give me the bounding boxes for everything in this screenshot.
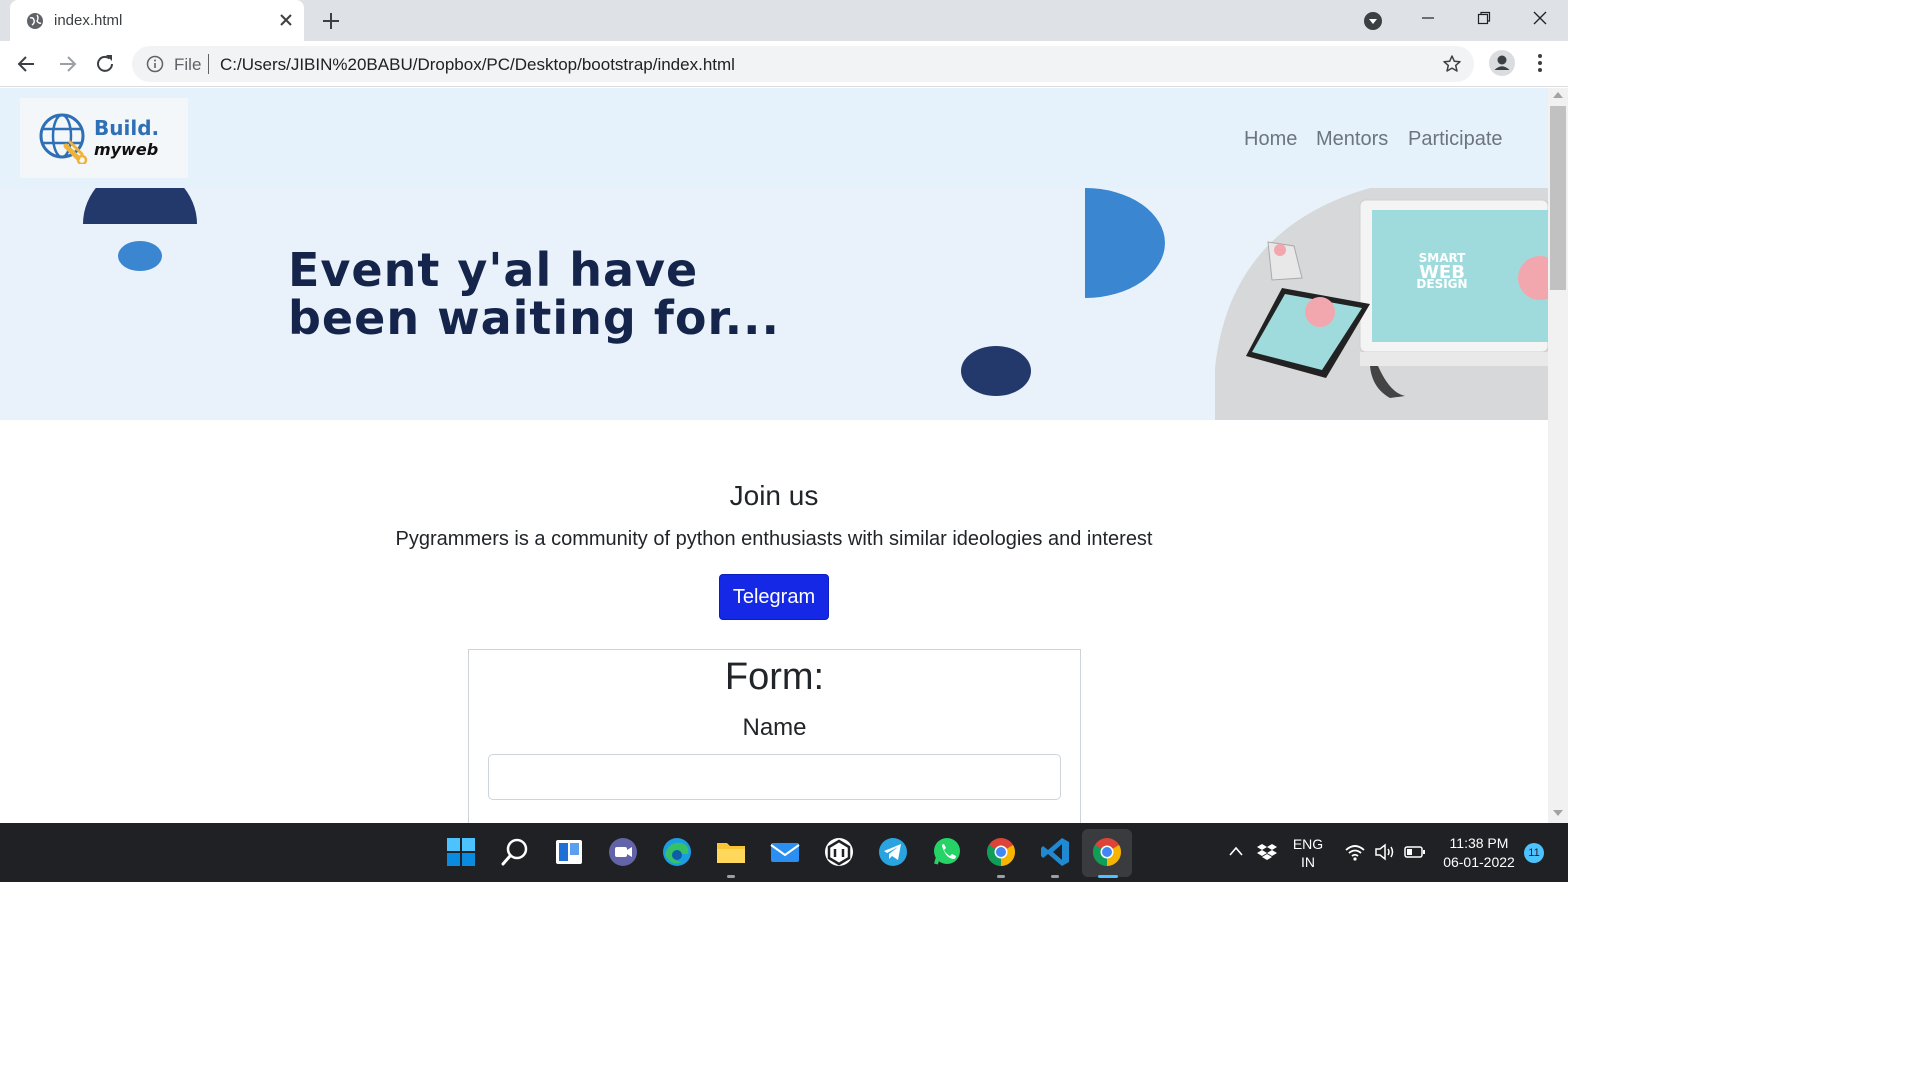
site-logo[interactable]: Build. myweb bbox=[20, 98, 188, 178]
app-icon[interactable] bbox=[822, 835, 856, 869]
dropbox-icon[interactable] bbox=[1256, 842, 1278, 862]
chevron-up-icon[interactable] bbox=[1228, 845, 1244, 857]
mail-icon[interactable] bbox=[768, 835, 802, 869]
site-navbar: Build. myweb Home Mentors Participate bbox=[0, 88, 1548, 188]
running-indicator bbox=[727, 875, 735, 878]
clock-time[interactable]: 11:38 PM bbox=[1436, 835, 1522, 851]
scrollbar-thumb[interactable] bbox=[1550, 106, 1566, 290]
browser-tab[interactable]: index.html bbox=[10, 0, 304, 41]
url-scheme-label: File bbox=[174, 55, 202, 74]
form-title: Form: bbox=[724, 656, 825, 698]
address-separator bbox=[208, 54, 209, 74]
browser-menu-icon[interactable] bbox=[1530, 51, 1550, 75]
page-scrollbar[interactable] bbox=[1548, 88, 1568, 823]
navy-half-circle-shape bbox=[83, 188, 197, 224]
hero-line-1: Event y'al have bbox=[288, 243, 699, 297]
chrome-icon[interactable] bbox=[984, 835, 1018, 869]
task-view-icon[interactable] bbox=[552, 835, 586, 869]
tab-title: index.html bbox=[54, 12, 123, 29]
devices-illustration: SMART WEB DESIGN bbox=[1215, 188, 1548, 420]
battery-icon[interactable] bbox=[1404, 844, 1426, 860]
logo-text-build: Build. bbox=[94, 116, 160, 140]
telegram-button[interactable]: Telegram bbox=[719, 574, 829, 620]
reload-icon[interactable] bbox=[92, 51, 118, 77]
join-description: Pygrammers is a community of python enth… bbox=[395, 528, 1153, 550]
close-icon bbox=[1533, 11, 1547, 25]
browser-tab-strip: index.html bbox=[0, 0, 1568, 41]
nav-link-home[interactable]: Home bbox=[1244, 128, 1297, 151]
url-text[interactable]: C:/Users/JIBIN%20BABU/Dropbox/PC/Desktop… bbox=[220, 55, 735, 75]
close-tab-icon[interactable] bbox=[276, 10, 296, 30]
globe-icon bbox=[27, 13, 43, 29]
navy-ellipse-shape bbox=[961, 346, 1031, 396]
browser-toolbar: File C:/Users/JIBIN%20BABU/Dropbox/PC/De… bbox=[0, 41, 1568, 87]
vscode-icon[interactable] bbox=[1038, 835, 1072, 869]
chrome-active-icon[interactable] bbox=[1090, 835, 1124, 869]
whatsapp-icon[interactable] bbox=[930, 835, 964, 869]
running-indicator bbox=[1051, 875, 1059, 878]
windows-taskbar: ENG IN 11:38 PM 06-01-2022 11 bbox=[0, 823, 1568, 882]
scroll-down-arrow-icon[interactable] bbox=[1553, 810, 1563, 816]
globe-wrench-logo-icon bbox=[39, 113, 88, 164]
bookmark-star-icon[interactable] bbox=[1442, 54, 1462, 74]
search-icon[interactable] bbox=[498, 835, 532, 869]
minimize-button[interactable] bbox=[1400, 0, 1456, 36]
blue-dot-shape bbox=[118, 241, 162, 271]
signup-form: Form: Name bbox=[468, 649, 1081, 823]
notification-badge[interactable]: 11 bbox=[1524, 843, 1544, 863]
hero-line-2: been waiting for... bbox=[288, 291, 781, 345]
edge-icon[interactable] bbox=[660, 835, 694, 869]
language-indicator[interactable]: ENG bbox=[1290, 836, 1326, 852]
scroll-up-arrow-icon[interactable] bbox=[1553, 92, 1563, 98]
back-arrow-icon[interactable] bbox=[14, 51, 40, 77]
name-label: Name bbox=[742, 714, 807, 741]
clock-date[interactable]: 06-01-2022 bbox=[1436, 854, 1522, 870]
logo-text-myweb: myweb bbox=[94, 140, 159, 159]
nav-link-participate[interactable]: Participate bbox=[1408, 128, 1503, 151]
hero-headline: Event y'al have been waiting for... bbox=[288, 246, 780, 342]
region-indicator[interactable]: IN bbox=[1290, 854, 1326, 870]
telegram-icon[interactable] bbox=[876, 835, 910, 869]
profile-avatar-icon[interactable] bbox=[1488, 49, 1516, 77]
restore-icon bbox=[1477, 11, 1491, 25]
close-window-button[interactable] bbox=[1512, 0, 1568, 36]
file-explorer-icon[interactable] bbox=[714, 835, 748, 869]
forward-arrow-icon[interactable] bbox=[54, 51, 80, 77]
name-input[interactable] bbox=[488, 754, 1061, 800]
page-viewport: Build. myweb Home Mentors Participate SM… bbox=[0, 88, 1548, 823]
device-text-design: DESIGN bbox=[1416, 277, 1467, 291]
hero-banner: SMART WEB DESIGN Event y'al have been wa… bbox=[0, 188, 1548, 420]
address-bar[interactable]: File C:/Users/JIBIN%20BABU/Dropbox/PC/De… bbox=[132, 46, 1474, 82]
teams-chat-icon[interactable] bbox=[606, 835, 640, 869]
running-indicator bbox=[997, 875, 1005, 878]
info-icon[interactable] bbox=[146, 55, 164, 73]
minimize-icon bbox=[1422, 17, 1434, 19]
nav-link-mentors[interactable]: Mentors bbox=[1316, 128, 1388, 151]
active-indicator bbox=[1098, 875, 1118, 878]
volume-icon[interactable] bbox=[1374, 843, 1396, 861]
restore-button[interactable] bbox=[1456, 0, 1512, 36]
wifi-icon[interactable] bbox=[1344, 843, 1366, 861]
blue-half-circle-shape bbox=[1085, 188, 1165, 298]
new-tab-icon[interactable] bbox=[318, 8, 344, 34]
tab-search-icon[interactable] bbox=[1362, 10, 1384, 32]
join-title: Join us bbox=[729, 480, 819, 511]
start-icon[interactable] bbox=[444, 835, 478, 869]
